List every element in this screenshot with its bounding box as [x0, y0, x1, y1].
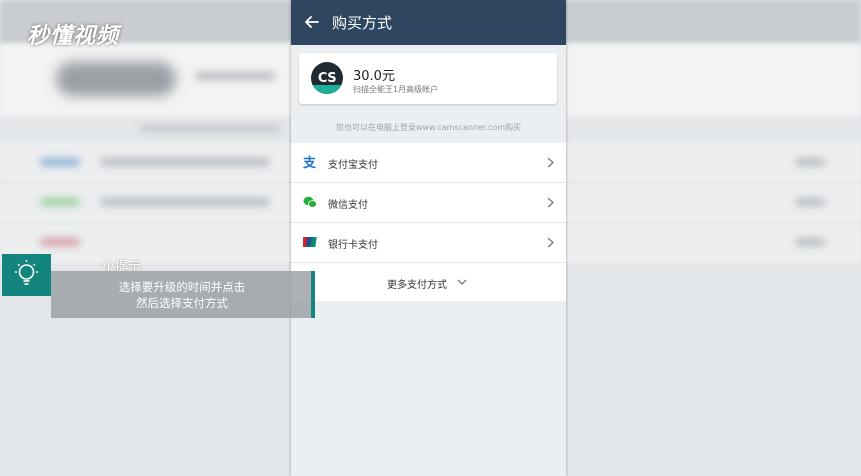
tip-line-1: 选择要升级的时间并点击 [118, 280, 246, 294]
background-text [795, 198, 825, 206]
tip-lightbulb-badge [2, 254, 51, 296]
purchase-screen: 购买方式 CS 30.0元 扫描全能王1月高级帐户 您也可以在电脑上登录www.… [291, 0, 566, 476]
background-text [100, 198, 270, 206]
alipay-icon: 支 [303, 155, 317, 169]
unionpay-icon [303, 237, 317, 247]
more-payment-label: 更多支付方式 [387, 280, 447, 291]
product-card[interactable]: CS 30.0元 扫描全能王1月高级帐户 [299, 53, 557, 104]
background-text [795, 158, 825, 166]
payment-label: 银行卡支付 [328, 240, 378, 251]
page-title: 购买方式 [332, 14, 393, 32]
payment-item-bank-card[interactable]: 银行卡支付 [291, 223, 566, 263]
chevron-down-icon [457, 279, 467, 285]
camscanner-logo: CS [311, 62, 343, 94]
tip-line-2: 然后选择支付方式 [136, 296, 228, 310]
video-logo-watermark: 秒懂视频 [27, 24, 120, 49]
price: 30.0元 [353, 69, 395, 84]
pc-purchase-hint: 您也可以在电脑上登录www.camscanner.com购买 [335, 123, 522, 132]
background-text [795, 238, 825, 246]
product-description: 扫描全能王1月高级帐户 [353, 85, 439, 94]
chevron-right-icon [547, 197, 554, 208]
background-avatar [56, 62, 176, 96]
wechat-icon [303, 196, 317, 208]
payment-item-wechat[interactable]: 微信支付 [291, 183, 566, 223]
background-text [140, 126, 280, 131]
app-bar: 购买方式 [291, 0, 566, 45]
payment-label: 支付宝支付 [328, 160, 378, 171]
more-payment-methods-button[interactable]: 更多支付方式 [291, 263, 566, 301]
lightbulb-icon [15, 260, 38, 285]
background-text [40, 198, 80, 206]
payment-method-list: 支 支付宝支付 微信支付 银行卡支付 更多支付方式 [291, 143, 566, 301]
background-text [195, 72, 275, 80]
background-text [40, 238, 80, 246]
svg-text:支: 支 [303, 155, 317, 169]
tip-text: 选择要升级的时间并点击 然后选择支付方式 [51, 279, 313, 311]
payment-item-alipay[interactable]: 支 支付宝支付 [291, 143, 566, 183]
background-text [40, 158, 80, 166]
back-arrow-icon[interactable] [303, 13, 321, 31]
chevron-right-icon [547, 157, 554, 168]
background-text [100, 158, 270, 166]
payment-label: 微信支付 [328, 200, 368, 211]
chevron-right-icon [547, 237, 554, 248]
